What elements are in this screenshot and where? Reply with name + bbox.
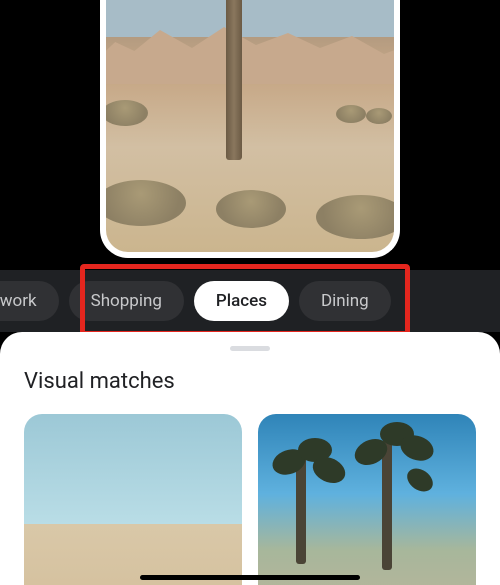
chip-places[interactable]: Places xyxy=(194,281,289,321)
lens-mode-chip-bar: Homework Shopping Places Dining xyxy=(0,270,500,332)
lens-camera-area xyxy=(0,0,500,270)
chip-homework[interactable]: Homework xyxy=(0,281,59,321)
visual-match-card[interactable] xyxy=(24,414,242,585)
results-section-title: Visual matches xyxy=(24,369,476,394)
preview-bush xyxy=(216,190,286,228)
visual-match-card[interactable] xyxy=(258,414,476,585)
preview-bush xyxy=(366,108,392,124)
chip-shopping[interactable]: Shopping xyxy=(69,281,184,321)
home-indicator[interactable] xyxy=(140,575,360,580)
drag-handle[interactable] xyxy=(230,346,270,351)
preview-bush xyxy=(316,195,400,239)
visual-match-list xyxy=(24,414,476,585)
preview-bush xyxy=(336,105,366,123)
chip-dining[interactable]: Dining xyxy=(299,281,391,321)
results-panel[interactable]: Visual matches xyxy=(0,332,500,585)
lens-capture-preview xyxy=(100,0,400,258)
preview-background-rocks xyxy=(100,24,400,84)
preview-bush xyxy=(100,180,186,226)
preview-tree-trunk xyxy=(226,0,242,160)
preview-bush xyxy=(102,100,148,126)
